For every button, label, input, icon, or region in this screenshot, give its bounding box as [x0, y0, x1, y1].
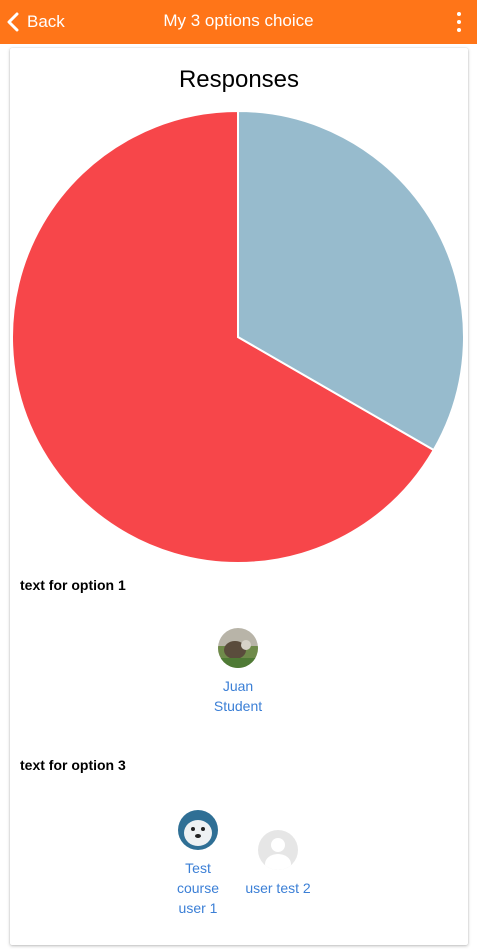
user-user-test-2[interactable]: user test 2 — [243, 830, 313, 898]
back-label: Back — [27, 12, 65, 31]
more-menu-button[interactable] — [451, 10, 467, 34]
page-title: My 3 options choice — [163, 11, 314, 30]
photo-avatar-icon — [218, 628, 258, 668]
user-name: user test 2 — [245, 880, 311, 896]
top-bar: Back My 3 options choice — [0, 0, 477, 44]
user-name: Test course user 1 — [176, 860, 220, 916]
user-test-course-user-1[interactable]: Test course user 1 — [163, 810, 233, 918]
dot-icon — [457, 20, 461, 24]
user-juan-student[interactable]: Juan Student — [203, 628, 273, 716]
user-name: Juan Student — [213, 678, 263, 714]
dog-avatar-icon — [178, 810, 218, 850]
dot-icon — [457, 28, 461, 32]
responses-card: Responses text for option 1 Juan Student… — [10, 48, 468, 945]
chevron-left-icon — [7, 12, 19, 32]
default-avatar-icon — [258, 830, 298, 870]
pie-chart — [11, 109, 465, 564]
option-label: text for option 1 — [20, 577, 126, 593]
option-label: text for option 3 — [20, 757, 126, 773]
dot-icon — [457, 12, 461, 16]
back-button[interactable]: Back — [6, 0, 65, 44]
